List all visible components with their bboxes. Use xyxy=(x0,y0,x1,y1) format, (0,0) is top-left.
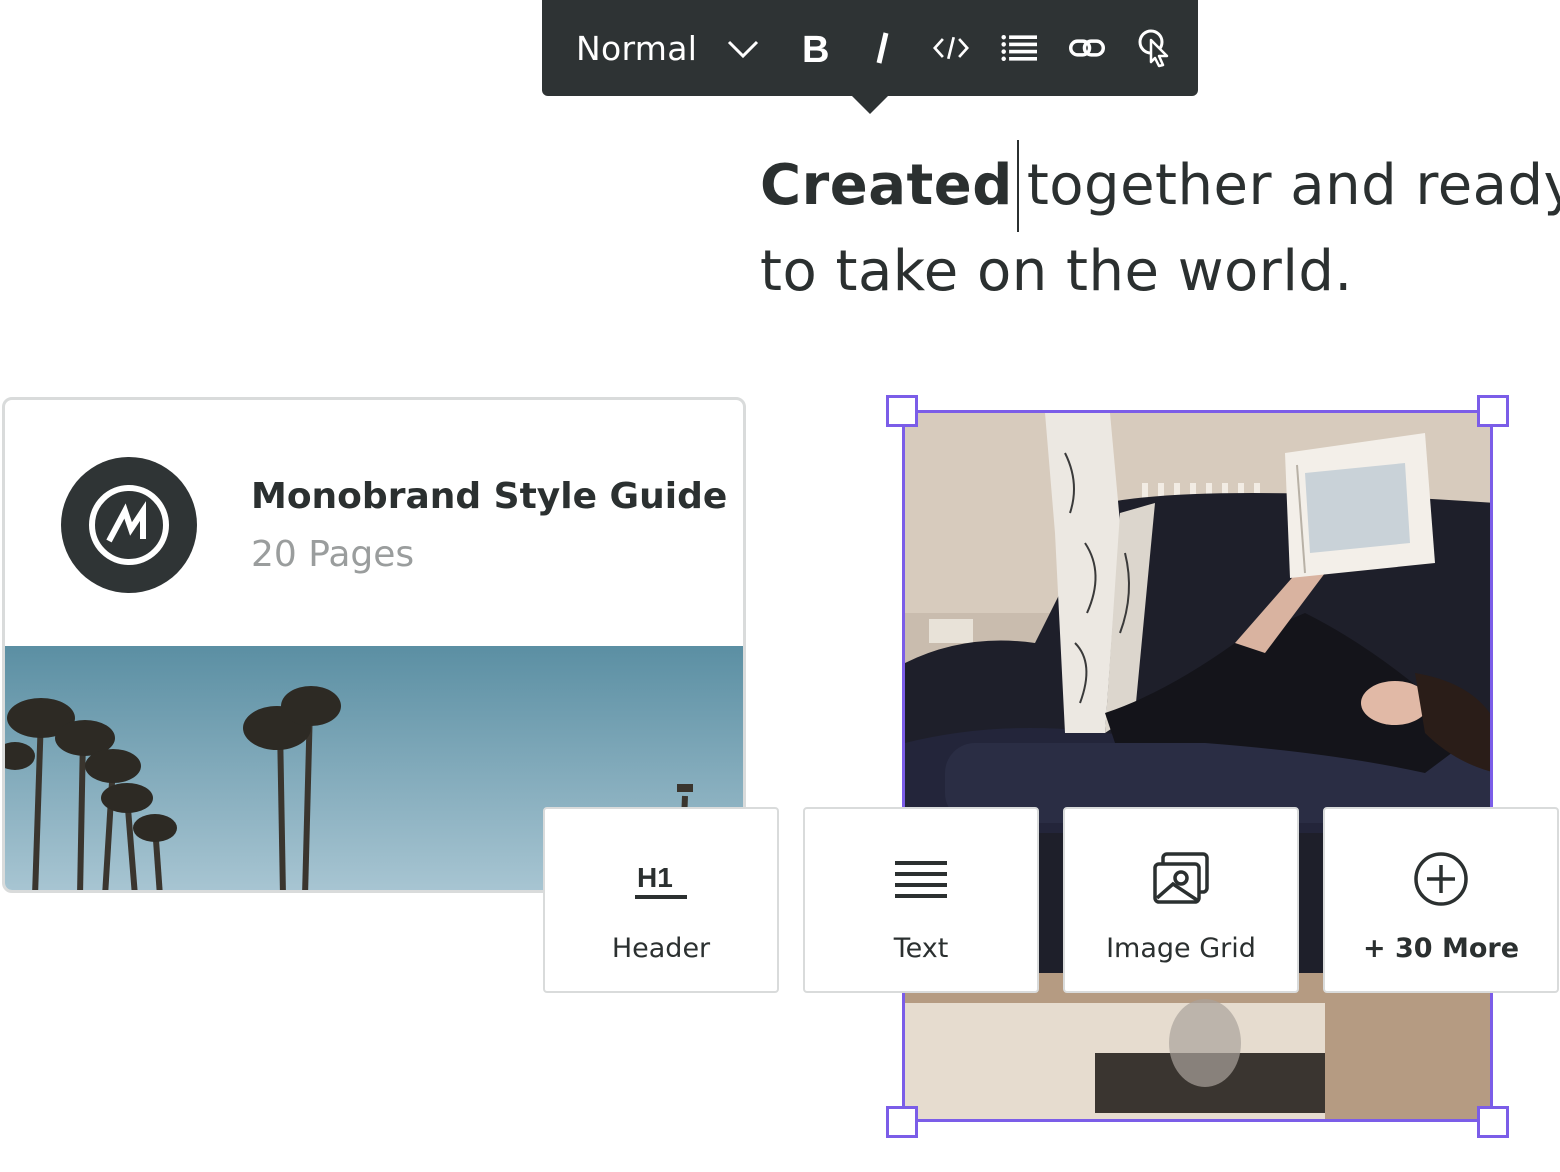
italic-button[interactable] xyxy=(865,28,901,68)
block-more-button[interactable]: + 30 More xyxy=(1323,807,1559,993)
headline-line-1-rest: together and ready xyxy=(1026,153,1560,218)
heading-icon: H1 xyxy=(545,849,777,909)
headline-line-2: to take on the world. xyxy=(760,239,1353,304)
text-style-value: Normal xyxy=(576,28,698,68)
resize-handle-top-left[interactable] xyxy=(886,395,918,427)
link-icon xyxy=(1069,39,1106,57)
image-grid-icon xyxy=(1065,849,1297,909)
text-lines-icon xyxy=(805,849,1037,909)
code-icon xyxy=(933,36,970,60)
plus-circle-icon xyxy=(1325,849,1557,909)
svg-text:B: B xyxy=(802,30,829,66)
pointer-icon xyxy=(1138,29,1169,68)
block-header-button[interactable]: H1 Header xyxy=(543,807,779,993)
resize-handle-top-right[interactable] xyxy=(1477,395,1509,427)
code-button[interactable] xyxy=(933,28,970,68)
monobrand-logo xyxy=(61,457,197,593)
block-more-label: + 30 More xyxy=(1362,933,1520,964)
text-style-dropdown[interactable]: Normal xyxy=(576,29,761,68)
bold-icon: B xyxy=(802,30,829,66)
block-header-label: Header xyxy=(611,933,711,964)
selected-image[interactable] xyxy=(902,410,1493,1122)
cursor-button[interactable] xyxy=(1137,28,1173,68)
list-button[interactable] xyxy=(1001,28,1038,68)
svg-text:H1: H1 xyxy=(637,862,673,893)
bold-button[interactable]: B xyxy=(797,28,833,68)
resize-handle-bottom-right[interactable] xyxy=(1477,1106,1509,1138)
selected-word[interactable]: Created xyxy=(747,146,1019,227)
card-page-count: 20 Pages xyxy=(251,534,415,575)
block-image-grid-button[interactable]: Image Grid xyxy=(1063,807,1299,993)
link-button[interactable] xyxy=(1069,28,1106,68)
block-image-grid-label: Image Grid xyxy=(1106,933,1256,964)
card-title: Monobrand Style Guide xyxy=(251,476,728,517)
italic-icon xyxy=(876,32,889,64)
monobrand-logo-icon xyxy=(89,485,169,565)
text-caret xyxy=(1016,140,1019,232)
resize-handle-bottom-left[interactable] xyxy=(886,1106,918,1138)
format-toolbar: Normal B xyxy=(542,0,1198,114)
list-icon xyxy=(1001,34,1038,62)
block-text-label: Text xyxy=(893,933,949,964)
editable-headline[interactable]: Created together and ready to take on the… xyxy=(747,140,1560,312)
headline-line-1: Created together and ready xyxy=(747,140,1560,232)
block-text-button[interactable]: Text xyxy=(803,807,1039,993)
chevron-down-icon xyxy=(728,40,759,59)
